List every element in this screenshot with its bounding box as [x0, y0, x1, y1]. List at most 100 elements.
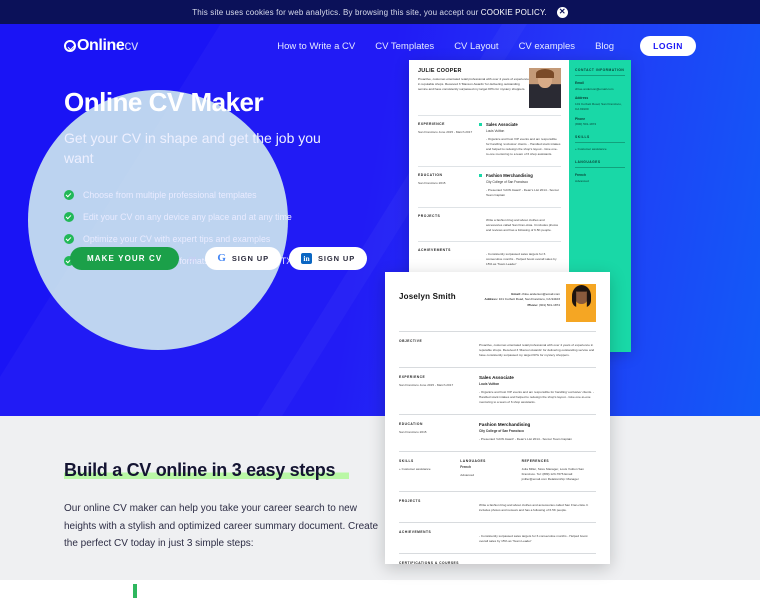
cv-white-contact: Email: chloe.anderson@email.com Address:…	[484, 292, 560, 308]
linkedin-signup-button[interactable]: in SIGN UP	[289, 247, 368, 270]
section-subtitle: City College of San Francisco	[486, 179, 528, 184]
section-title: CERTIFICATIONS & COURSES	[399, 560, 459, 564]
cv-green-section-experience: EXPERIENCE San Francisco June 2015 - Mar…	[418, 122, 561, 157]
section-title: EDUCATION	[418, 172, 443, 177]
cv-green-section-right: Fashion Merchandising City College of Sa…	[479, 172, 561, 198]
section-role: Fashion Merchandising	[486, 172, 533, 178]
section-role: Sales Associate	[479, 374, 514, 380]
check-circle-icon	[64, 40, 76, 52]
cv-white-section-achievements: ACHIEVEMENTS - Consistently surpassed sa…	[399, 530, 596, 544]
divider	[418, 206, 561, 208]
nav-item-how-to-write-a-cv[interactable]: How to Write a CV	[277, 41, 355, 52]
section-left: ACHIEVEMENTS	[399, 530, 471, 544]
divider	[399, 553, 596, 554]
section-title: EXPERIENCE	[399, 374, 426, 379]
cv-green-section-right: Write a fashion blog and about clothes a…	[480, 214, 561, 233]
login-button[interactable]: LOGIN	[640, 36, 696, 56]
sidebar-value-skills: + Customer assistance	[575, 147, 607, 152]
cv-white-section-projects: PROJECTS Write a fashion blog and about …	[399, 499, 596, 513]
make-your-cv-button[interactable]: MAKE YOUR CV	[70, 247, 180, 270]
google-signup-button[interactable]: G SIGN UP	[205, 247, 282, 270]
site-header: Online cv How to Write a CV CV Templates…	[0, 24, 760, 68]
cv-green-section-left: EDUCATION San Francisco 2015	[418, 173, 480, 198]
section-body: + Customer assistance	[399, 466, 431, 471]
close-icon[interactable]: ✕	[556, 6, 568, 18]
hero-subtitle: Get your CV in shape and get the job you…	[64, 129, 321, 166]
contact-email-label: Email:	[511, 292, 521, 296]
contact-email-value: chloe.anderson@email.com	[521, 292, 560, 296]
cv-white-column-languages: LANGUAGES French Advanced	[460, 459, 511, 482]
cv-white-section-certifications: CERTIFICATIONS & COURSES - TCF French Ce…	[399, 561, 596, 564]
section-role: Fashion Merchandising	[479, 421, 531, 427]
cv-green-section-right: Sales Associate Louis Vuitton - Organize…	[479, 122, 561, 157]
divider	[399, 367, 596, 368]
cv-green-objective: Proactive, customer-orientated retail pr…	[418, 77, 529, 91]
sidebar-value-language-level: Advanced	[575, 178, 589, 183]
contact-address-label: Address:	[484, 297, 498, 302]
divider	[418, 165, 561, 167]
cookie-message: This site uses cookies for web analytics…	[192, 8, 547, 17]
cv-white-column-skills: SKILLS + Customer assistance	[399, 459, 450, 482]
linkedin-signup-label: SIGN UP	[318, 254, 356, 263]
nav-item-cv-examples[interactable]: CV examples	[519, 41, 576, 52]
section-meta: San Francisco 2015	[418, 180, 446, 185]
sidebar-label-email: Email	[575, 81, 584, 85]
section-title: EDUCATION	[399, 421, 423, 426]
cv-white-section-objective: OBJECTIVE Proactive, customer-orientated…	[399, 339, 596, 358]
section-body: - Presented 'GCW Award' - Dean's List 20…	[486, 187, 560, 197]
list-item: Choose from multiple professional templa…	[64, 190, 394, 201]
steps-heading: Build a CV online in 3 easy steps	[64, 460, 350, 480]
section-title: REFERENCES	[521, 458, 550, 463]
section-body: - Organize and host VIP events and am re…	[486, 137, 561, 156]
sidebar-value-address: 101 Corbett Road, San Francisco, CA 9910…	[575, 101, 622, 111]
section-title: SKILLS	[399, 458, 414, 463]
nav-item-cv-templates[interactable]: CV Templates	[375, 41, 434, 52]
section-meta: San Francisco June 2015 - March 2017	[399, 382, 454, 387]
cv-green-section-left: PROJECTS	[418, 214, 480, 233]
section-title: PROJECTS	[418, 213, 441, 218]
divider	[399, 491, 596, 492]
cv-green-section-left: EXPERIENCE San Francisco June 2015 - Mar…	[418, 122, 480, 157]
divider	[399, 522, 596, 523]
cv-green-section-projects: PROJECTS Write a fashion blog and about …	[418, 214, 561, 233]
contact-phone-label: Phone:	[527, 302, 538, 307]
site-logo[interactable]: Online cv	[64, 37, 138, 55]
contact-address-value: 101 Corbett Road, San Francisco, CA 9410…	[498, 297, 560, 302]
linkedin-icon: in	[301, 253, 313, 264]
bullet-square-icon	[479, 123, 482, 126]
section-left: EDUCATION San Francisco 2015	[399, 422, 471, 442]
nav-item-cv-layout[interactable]: CV Layout	[454, 41, 498, 52]
divider	[399, 451, 596, 452]
section-right: Fashion Merchandising City College of Sa…	[471, 422, 596, 442]
section-right: Write a fashion blog and about clothes a…	[471, 499, 596, 513]
section-title: ACHIEVEMENTS	[418, 248, 451, 253]
section-right: Proactive, customer-orientated retail pr…	[471, 339, 596, 358]
contact-phone-row: Phone: (301) 501-1874	[484, 303, 560, 308]
google-icon: G	[217, 252, 226, 264]
cv-white-section-experience: EXPERIENCE San Francisco June 2015 - Mar…	[399, 375, 596, 405]
avatar	[566, 284, 596, 322]
sidebar-title-skills: SKILLS	[575, 135, 625, 144]
section-body: - Consistently surpassed sales targets f…	[486, 252, 557, 267]
logo-primary-text: Online	[77, 37, 125, 54]
section-left: PROJECTS	[399, 499, 471, 513]
cookie-policy-link[interactable]: COOKIE POLICY.	[481, 8, 547, 17]
steps-section: Build a CV online in 3 easy steps Our on…	[0, 416, 760, 580]
cv-preview-white[interactable]: Joselyn Smith Email: chloe.anderson@emai…	[385, 272, 610, 564]
divider	[418, 115, 561, 116]
language-name: French	[460, 464, 471, 469]
cv-green-header: JULIE COOPER Proactive, customer-orienta…	[418, 68, 561, 108]
cta-row: MAKE YOUR CV or G SIGN UP in SIGN UP	[70, 247, 375, 270]
section-left: EXPERIENCE San Francisco June 2015 - Mar…	[399, 375, 471, 405]
section-left: OBJECTIVE	[399, 339, 471, 358]
section-body: Write a fashion blog and about clothes a…	[486, 217, 559, 232]
nav-item-blog[interactable]: Blog	[595, 41, 614, 52]
main-navigation: How to Write a CV CV Templates CV Layout…	[277, 36, 696, 56]
list-item: Optimize your CV with expert tips and ex…	[64, 234, 394, 245]
contact-phone-value: (301) 501-1874	[538, 302, 560, 307]
steps-copy: Build a CV online in 3 easy steps Our on…	[64, 460, 384, 553]
list-item-label: Choose from multiple professional templa…	[83, 190, 257, 201]
section-left: CERTIFICATIONS & COURSES	[399, 561, 471, 564]
cv-green-section-left: ACHIEVEMENTS	[418, 248, 480, 267]
section-subtitle: City College of San Francisco	[479, 428, 524, 433]
